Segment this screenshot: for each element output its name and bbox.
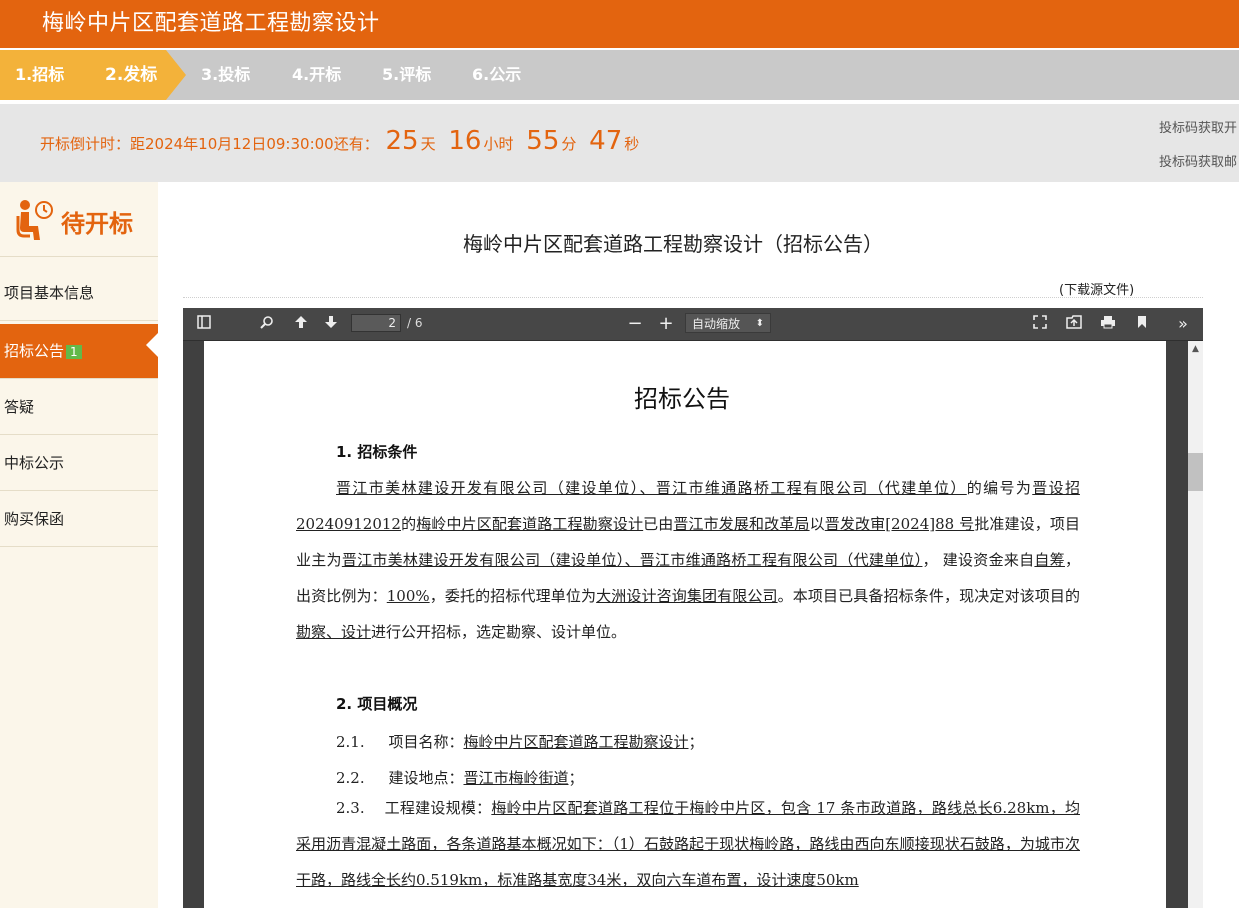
step-evaluate[interactable]: 5.评标 [382,50,431,100]
section-2-title: 2. 项目概况 [336,695,418,713]
item-2-1: 2.1. 项目名称：梅岭中片区配套道路工程勘察设计； [336,731,704,752]
step-bid[interactable]: 3.投标 [201,50,250,100]
tools-icon[interactable]: » [1173,314,1193,334]
pdf-toolbar: 2 / 6 − + 自动缩放 ⬍ » [183,308,1203,341]
countdown-timer: 开标倒计时：距2024年10月12日09:30:00还有： 25 天 16 小时 5… [40,126,645,156]
item-2-3: 2.3. 工程建设规模：梅岭中片区配套道路工程位于梅岭中片区，包含 17 条市政… [296,790,1080,898]
search-icon[interactable] [257,314,277,334]
zoom-select[interactable]: 自动缩放 ⬍ [685,313,771,333]
sidebar-item-label: 项目基本信息 [4,284,95,302]
chevron-updown-icon: ⬍ [755,318,764,329]
pdf-scroll-thumb[interactable] [1188,453,1203,491]
waiting-person-icon [16,198,54,242]
bid-code-email-link[interactable]: 投标码获取邮 [1159,151,1237,170]
pdf-text: 勘察、设计 [296,623,372,641]
pdf-heading: 招标公告 [634,385,730,413]
pdf-page: 招标公告 1. 招标条件 晋江市美林建设开发有限公司（建设单位）、晋江市维通路桥… [204,341,1166,908]
zoom-in-icon[interactable]: + [656,314,676,334]
countdown-hours: 16 [448,126,482,156]
pdf-text: 晋江市梅岭街道 [463,769,569,787]
countdown-seconds: 47 [589,126,623,156]
sidebar-item-label: 招标公告 [4,342,65,360]
pdf-text: 2.3. [336,799,365,817]
presentation-icon[interactable] [1030,314,1050,334]
sidebar-item-buy-guarantee[interactable]: 购买保函 [0,492,158,547]
step-arrow [166,50,186,100]
sidebar-item-label: 答疑 [4,398,35,416]
scroll-up-icon[interactable]: ▲ [1188,341,1203,357]
pdf-text: 2.2. [336,769,365,787]
pdf-text: 的 [400,515,417,533]
item-2-2: 2.2. 建设地点：晋江市梅岭街道； [336,767,584,788]
page-title: 梅岭中片区配套道路工程勘察设计 [42,11,380,36]
section-1-paragraph: 晋江市美林建设开发有限公司（建设单位）、晋江市维通路桥工程有限公司（代建单位）的… [296,470,1080,650]
step-tender[interactable]: 1.招标 [15,50,64,100]
countdown-days: 25 [385,126,419,156]
sidebar-item-label: 中标公示 [4,454,65,472]
pdf-text: 梅岭中片区配套道路工程勘察设计 [463,733,689,751]
pdf-text: 2.1. [336,733,365,751]
sidebar-item-tender-notice[interactable]: 招标公告 1 [0,324,158,379]
pdf-text: 以 [809,515,825,533]
print-icon[interactable] [1098,314,1118,334]
divider [183,297,1203,298]
pdf-scrollbar[interactable] [1188,341,1203,908]
bid-code-open-link[interactable]: 投标码获取开 [1159,117,1237,136]
pdf-text: ，委托的招标代理单位为 [429,587,597,605]
pdf-text: 晋江市美林建设开发有限公司（建设单位）、晋江市维通路桥工程有限公司（代建单位） [341,551,923,569]
open-file-icon[interactable] [1064,314,1084,334]
page-total: / 6 [407,316,423,330]
sidebar-item-label: 购买保函 [4,510,65,528]
pdf-text: 已由 [643,515,674,533]
countdown-days-unit: 天 [420,135,436,153]
document-title: 梅岭中片区配套道路工程勘察设计（招标公告） [463,232,883,256]
notice-count-badge: 1 [66,344,82,359]
sidebar-status-header: 待开标 [0,182,158,257]
countdown-hours-unit: 小时 [483,135,514,153]
pdf-text: 的编号为 [966,479,1033,497]
pdf-text: 进行公开招标，选定勘察、设计单位。 [371,623,627,641]
countdown-bar: 开标倒计时：距2024年10月12日09:30:00还有： 25 天 16 小时 5… [0,104,1239,182]
pdf-text: ； [688,733,704,751]
countdown-prefix: 开标倒计时：距2024年10月12日09:30:00还有： [40,135,379,153]
pdf-text: 。本项目已具备招标条件，现决定对该项目的 [777,587,1080,605]
step-issue[interactable]: 2.发标 [105,50,157,100]
section-1-title: 1. 招标条件 [336,443,418,461]
progress-steps: 1.招标 2.发标 3.投标 4.开标 5.评标 6.公示 [0,50,1239,100]
sidebar: 待开标 项目基本信息 招标公告 1 答疑 中标公示 购买保函 [0,182,158,908]
countdown-seconds-unit: 秒 [624,135,640,153]
pdf-text: 自筹 [1034,551,1065,569]
zoom-value: 自动缩放 [692,317,741,331]
pdf-text: 晋发改审[2024]88 号 [824,515,975,533]
pdf-text: 大洲设计咨询集团有限公司 [596,587,778,605]
sidebar-item-qa[interactable]: 答疑 [0,380,158,435]
pdf-text: 100% [386,587,430,605]
pdf-text: 晋江市发展和改革局 [673,515,810,533]
countdown-minutes-unit: 分 [561,135,577,153]
bookmark-icon[interactable] [1132,314,1152,334]
page-number-input[interactable]: 2 [351,314,401,332]
app-header: 梅岭中片区配套道路工程勘察设计 [0,0,1239,48]
pdf-viewer: 2 / 6 − + 自动缩放 ⬍ » 招标公告 1. 招标条件 晋江市美林建设开… [183,308,1203,908]
zoom-out-icon[interactable]: − [625,314,645,334]
sidebar-item-project-info[interactable]: 项目基本信息 [0,266,158,321]
sidebar-toggle-icon[interactable] [194,314,214,334]
pdf-text: 梅岭中片区配套道路工程勘察设计 [416,515,644,533]
countdown-minutes: 55 [526,126,560,156]
active-item-notch [146,333,158,357]
step-open[interactable]: 4.开标 [292,50,341,100]
next-page-icon[interactable] [321,314,341,334]
sidebar-item-award-publicity[interactable]: 中标公示 [0,436,158,491]
pdf-text: ； [568,769,584,787]
pdf-text: 工程建设规模： [384,799,492,817]
pdf-text: 建设地点： [388,769,464,787]
pdf-text: ， 建设资金来自 [922,551,1035,569]
step-publicity[interactable]: 6.公示 [472,50,521,100]
previous-page-icon[interactable] [291,314,311,334]
sidebar-status-label: 待开标 [61,210,133,238]
pdf-text: 晋江市美林建设开发有限公司（建设单位）、晋江市维通路桥工程有限公司（代建单位） [336,479,967,497]
download-source-link[interactable]: (下载源文件) [1059,279,1134,298]
pdf-text: 项目名称： [388,733,464,751]
